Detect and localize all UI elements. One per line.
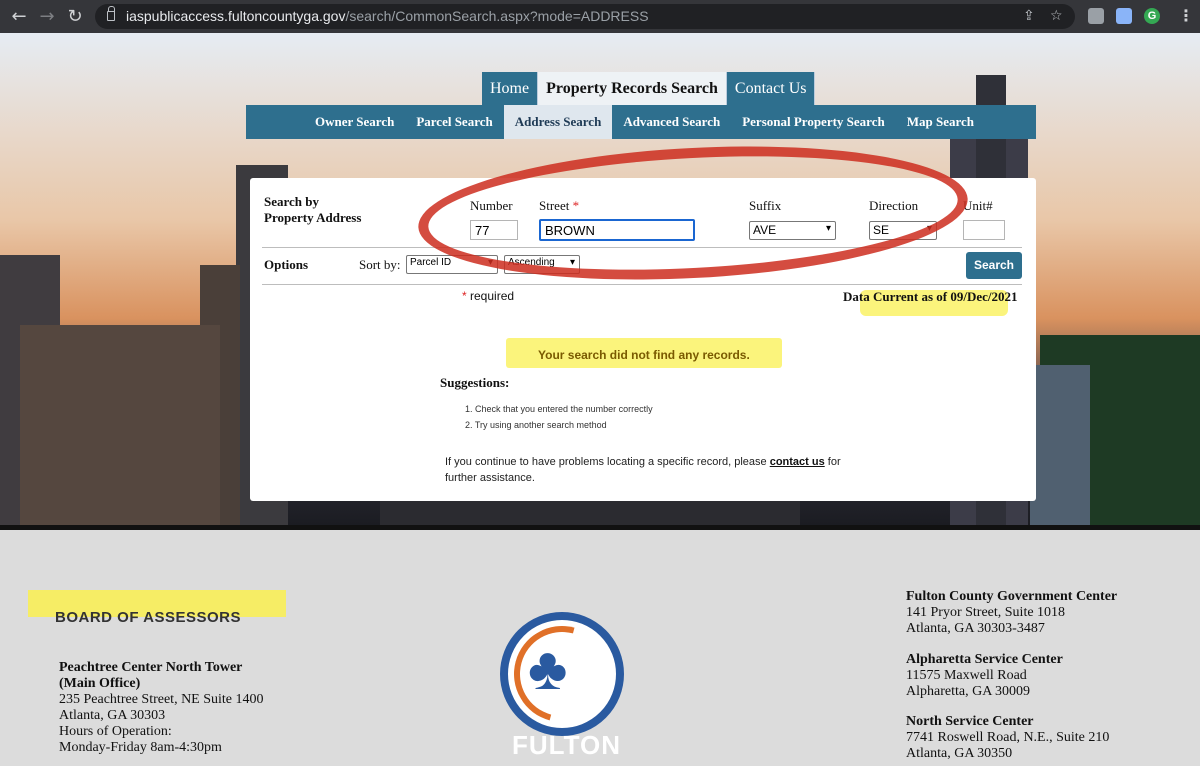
dropbox-icon[interactable]: [1116, 8, 1132, 24]
tab-advanced-search[interactable]: Advanced Search: [612, 105, 731, 139]
suggestion-item: 2. Try using another search method: [465, 420, 607, 430]
menu-icon[interactable]: ⋮: [1178, 6, 1194, 25]
search-type-nav: Owner Search Parcel Search Address Searc…: [246, 105, 1036, 139]
tab-contact-us[interactable]: Contact Us: [726, 72, 816, 105]
search-heading: Search by Property Address: [264, 194, 362, 225]
main-nav: Home Property Records Search Contact Us: [482, 72, 816, 105]
fulton-county-logo: ♣: [496, 608, 628, 740]
data-current-date: Data Current as of 09/Dec/2021: [843, 289, 1018, 304]
sort-by-label: Sort by:: [359, 257, 401, 272]
search-button[interactable]: Search: [966, 252, 1022, 279]
unit-input[interactable]: [963, 220, 1005, 240]
tab-map-search[interactable]: Map Search: [896, 105, 985, 139]
back-arrow-icon[interactable]: ←: [8, 6, 30, 28]
north-center-address: North Service Center 7741 Roswell Road, …: [906, 714, 1110, 761]
grammarly-icon[interactable]: G: [1144, 8, 1160, 24]
suggestion-item: 1. Check that you entered the number cor…: [465, 404, 653, 414]
reload-icon[interactable]: ↻: [64, 6, 86, 28]
board-title: BOARD OF ASSESSORS: [55, 609, 241, 626]
alpharetta-center-address: Alpharetta Service Center 11575 Maxwell …: [906, 652, 1063, 699]
tab-address-search[interactable]: Address Search: [503, 105, 613, 139]
contact-us-link[interactable]: contact us: [770, 456, 825, 468]
browser-toolbar: ← → ↻ iaspublicaccess.fultoncountyga.gov…: [0, 0, 1200, 33]
tree-icon: ♣: [528, 636, 568, 702]
share-icon[interactable]: ⇪: [1023, 8, 1035, 24]
address-bar[interactable]: iaspublicaccess.fultoncountyga.gov/searc…: [95, 4, 1075, 29]
help-text: If you continue to have problems locatin…: [445, 456, 841, 484]
main-office-address: Peachtree Center North Tower (Main Offic…: [59, 660, 264, 755]
bookmark-star-icon[interactable]: ☆: [1050, 8, 1063, 24]
extension-icon[interactable]: [1088, 8, 1104, 24]
tab-property-records-search[interactable]: Property Records Search: [538, 72, 727, 105]
required-note: * required: [462, 289, 515, 303]
footer: BOARD OF ASSESSORS Peachtree Center Nort…: [0, 530, 1200, 766]
forward-arrow-icon[interactable]: →: [36, 6, 58, 28]
divider: [262, 284, 1022, 285]
suggestions-title: Suggestions:: [440, 375, 510, 390]
options-label: Options: [264, 257, 309, 272]
tab-parcel-search[interactable]: Parcel Search: [405, 105, 503, 139]
lock-icon: [107, 6, 115, 21]
logo-wordmark: FULTON: [512, 730, 622, 760]
government-center-address: Fulton County Government Center 141 Pryo…: [906, 589, 1118, 636]
tab-home[interactable]: Home: [482, 72, 539, 105]
url-text: iaspublicaccess.fultoncountyga.gov/searc…: [126, 8, 649, 24]
tab-personal-property-search[interactable]: Personal Property Search: [731, 105, 896, 139]
no-records-message: Your search did not find any records.: [538, 348, 750, 362]
tab-owner-search[interactable]: Owner Search: [304, 105, 405, 139]
search-panel: Search by Property Address Number Street…: [250, 133, 1036, 501]
